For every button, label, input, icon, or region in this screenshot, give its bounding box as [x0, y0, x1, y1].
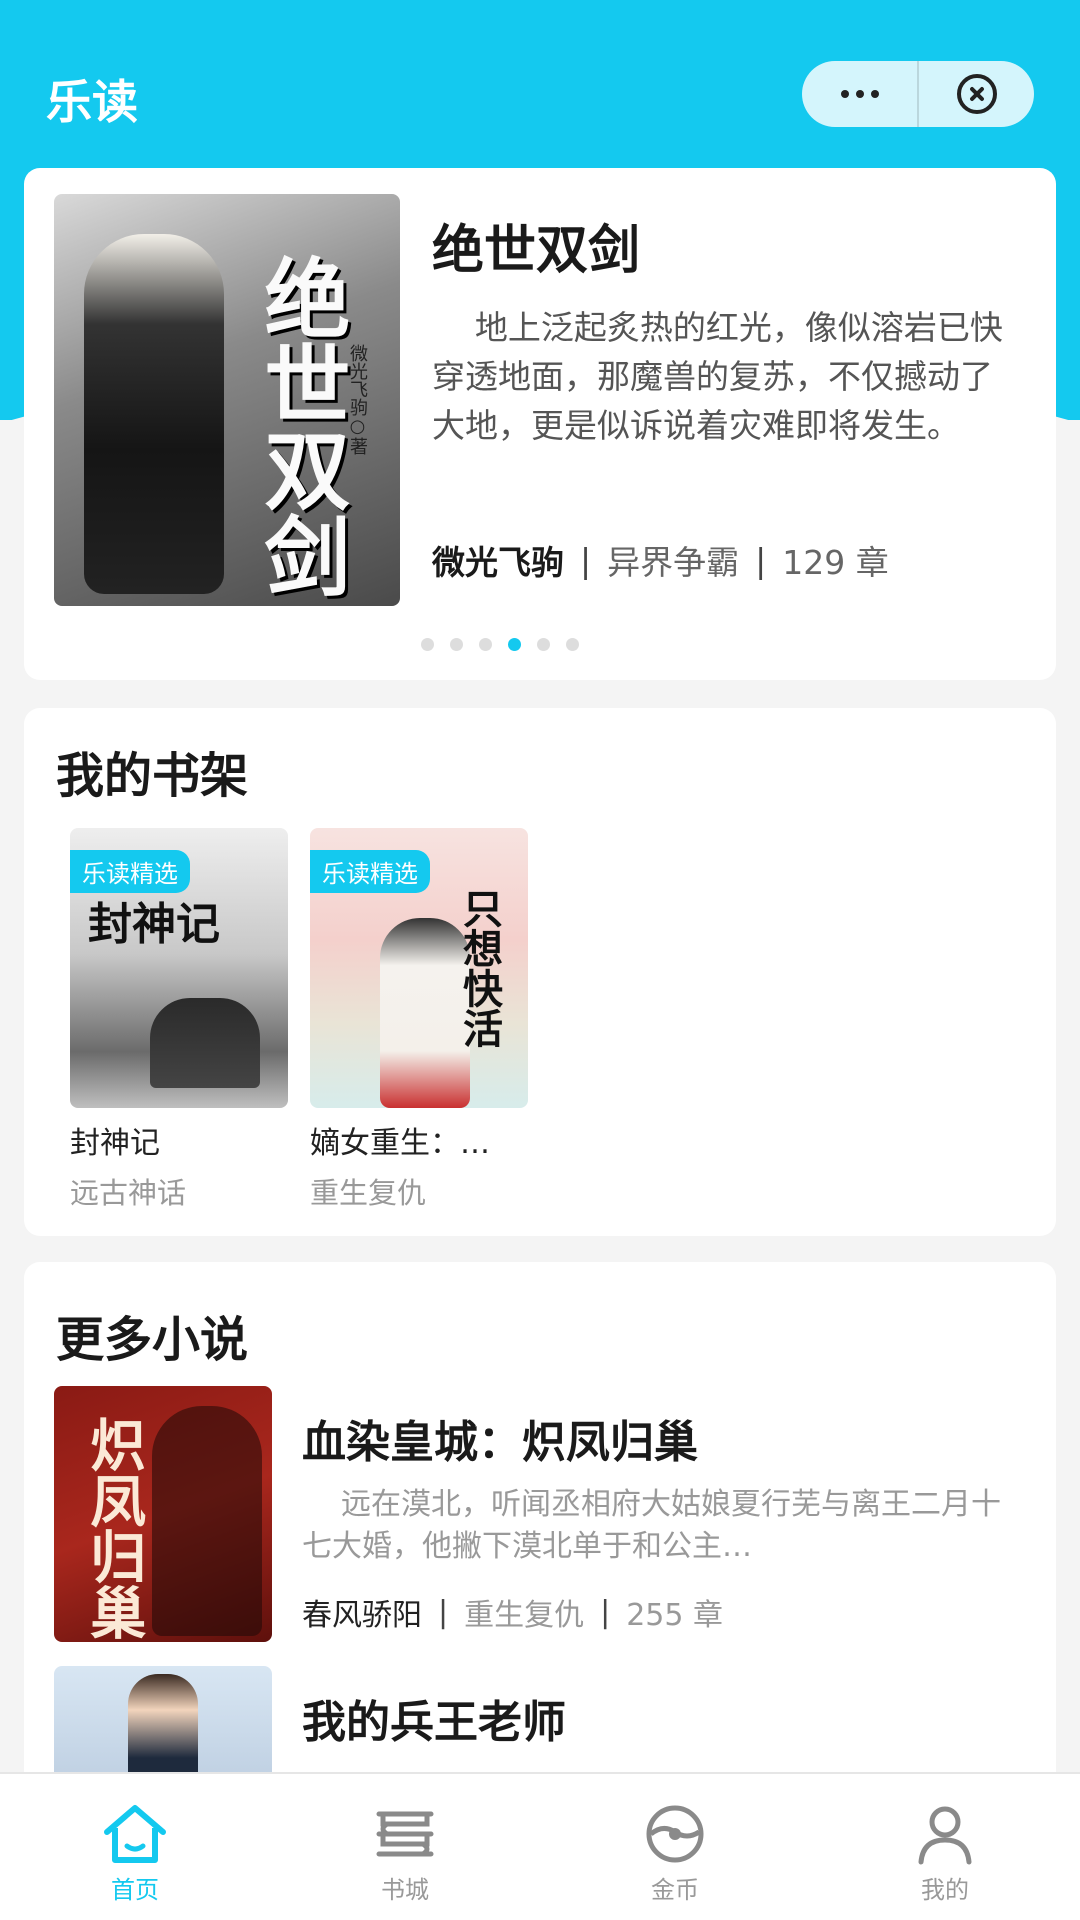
novel-cover[interactable]: 炽凤归巢 — [54, 1386, 272, 1642]
bookshelf-book-genre: 重生复仇 — [310, 1176, 427, 1210]
novel-info: 血染皇城：炽凤归巢 远在漠北，听闻丞相府大姑娘夏行芜与离王二月十七大婚，他撇下漠… — [302, 1406, 1022, 1634]
novel-cover-title: 炽凤归巢 — [80, 1416, 147, 1640]
coin-icon — [646, 1805, 704, 1863]
bookshelf-book-genre: 远古神话 — [70, 1176, 187, 1210]
tab-profile-label: 我的 — [921, 1876, 969, 1904]
pagination-dot[interactable] — [566, 638, 579, 651]
tab-coins-label: 金币 — [651, 1876, 699, 1904]
cover-figure-illustration — [150, 998, 260, 1088]
banner-book-author: 微光飞驹 — [432, 543, 564, 582]
bookshelf-item[interactable]: 只想快活 乐读精选 嫡女重生：… 重生复仇 — [310, 828, 528, 1212]
banner-book-description: 地上泛起炙热的红光，像似溶岩已快穿透地面，那魔兽的复苏，不仅撼动了大地，更是似诉… — [432, 308, 1003, 445]
featured-tag: 乐读精选 — [70, 850, 190, 893]
tab-profile[interactable]: 我的 — [810, 1774, 1080, 1920]
banner-book-cover[interactable]: 绝世双剑 微光飞驹○著 — [54, 194, 400, 606]
close-button[interactable] — [919, 61, 1034, 127]
banner-cover-title: 绝世双剑 — [249, 254, 350, 598]
bottom-tab-bar: 首页 书城 金币 我的 — [0, 1772, 1080, 1920]
novel-author: 春风骄阳 — [302, 1598, 422, 1633]
home-icon — [104, 1805, 166, 1863]
banner-book-chapters: 129 章 — [782, 543, 889, 582]
banner-info: 绝世双剑 地上泛起炙热的红光，像似溶岩已快穿透地面，那魔兽的复苏，不仅撼动了大地… — [432, 208, 1022, 450]
banner-cover-author: 微光飞驹○著 — [347, 344, 368, 455]
banner-pagination — [24, 638, 1056, 651]
pagination-dot[interactable] — [450, 638, 463, 651]
more-dots-icon — [840, 90, 879, 98]
tab-bookstore[interactable]: 书城 — [270, 1774, 540, 1920]
banner-book-genre: 异界争霸 — [607, 543, 740, 582]
bookshelf-section: 我的书架 封神记 乐读精选 封神记 远古神话 只想快活 乐读精选 嫡女重生：… … — [24, 708, 1056, 1236]
novel-title[interactable]: 我的兵王老师 — [302, 1686, 1022, 1750]
novel-meta: 春风骄阳 | 重生复仇 | 255 章 — [302, 1590, 1022, 1634]
meta-separator: | — [600, 1594, 611, 1630]
banner-book-meta: 微光飞驹 | 异界争霸 | 129 章 — [432, 536, 889, 584]
bookshelf-book-cover[interactable]: 封神记 乐读精选 — [70, 828, 288, 1108]
meta-separator: | — [755, 540, 767, 580]
banner-book-title[interactable]: 绝世双剑 — [432, 208, 1022, 283]
pagination-dot[interactable] — [537, 638, 550, 651]
featured-tag: 乐读精选 — [310, 850, 430, 893]
bookshelf-list: 封神记 乐读精选 封神记 远古神话 只想快活 乐读精选 嫡女重生：… 重生复仇 — [70, 828, 528, 1212]
novel-description: 远在漠北，听闻丞相府大姑娘夏行芜与离王二月十七大婚，他撇下漠北单于和公主… — [302, 1487, 1001, 1564]
bookshelf-title: 我的书架 — [56, 748, 249, 804]
pagination-dot[interactable] — [479, 638, 492, 651]
novel-title[interactable]: 血染皇城：炽凤归巢 — [302, 1406, 1022, 1470]
more-novels-title: 更多小说 — [56, 1312, 249, 1368]
meta-separator: | — [438, 1594, 449, 1630]
bookshelf-book-cover[interactable]: 只想快活 乐读精选 — [310, 828, 528, 1108]
close-circle-icon — [956, 74, 997, 114]
app-title: 乐读 — [46, 75, 138, 129]
bookshelf-cover-title: 只想快活 — [456, 888, 503, 1048]
bookstore-icon — [376, 1811, 434, 1857]
tab-home-label: 首页 — [111, 1876, 159, 1904]
novel-list-item[interactable]: 炽凤归巢 血染皇城：炽凤归巢 远在漠北，听闻丞相府大姑娘夏行芜与离王二月十七大婚… — [54, 1386, 1034, 1646]
meta-separator: | — [580, 540, 592, 580]
profile-icon — [918, 1806, 972, 1865]
bookshelf-book-name: 封神记 — [70, 1126, 160, 1161]
tab-home[interactable]: 首页 — [0, 1774, 270, 1920]
tab-coins[interactable]: 金币 — [540, 1774, 810, 1920]
bookshelf-book-name: 嫡女重生：… — [310, 1126, 490, 1161]
bookshelf-cover-title: 封神记 — [88, 899, 220, 950]
pagination-dot[interactable] — [421, 638, 434, 651]
miniapp-capsule — [802, 61, 1034, 127]
featured-banner[interactable]: 绝世双剑 微光飞驹○著 绝世双剑 地上泛起炙热的红光，像似溶岩已快穿透地面，那魔… — [24, 168, 1056, 680]
novel-chapters: 255 章 — [626, 1598, 724, 1633]
cover-figure-illustration — [84, 234, 224, 594]
bookshelf-item[interactable]: 封神记 乐读精选 封神记 远古神话 — [70, 828, 288, 1212]
novel-info: 我的兵王老师 — [302, 1686, 1022, 1750]
cover-figure-illustration — [152, 1406, 262, 1636]
novel-genre: 重生复仇 — [464, 1598, 585, 1633]
pagination-dot[interactable] — [508, 638, 521, 651]
tab-bookstore-label: 书城 — [381, 1876, 429, 1904]
app-header: 乐读 — [0, 0, 1080, 170]
more-button[interactable] — [802, 61, 917, 127]
